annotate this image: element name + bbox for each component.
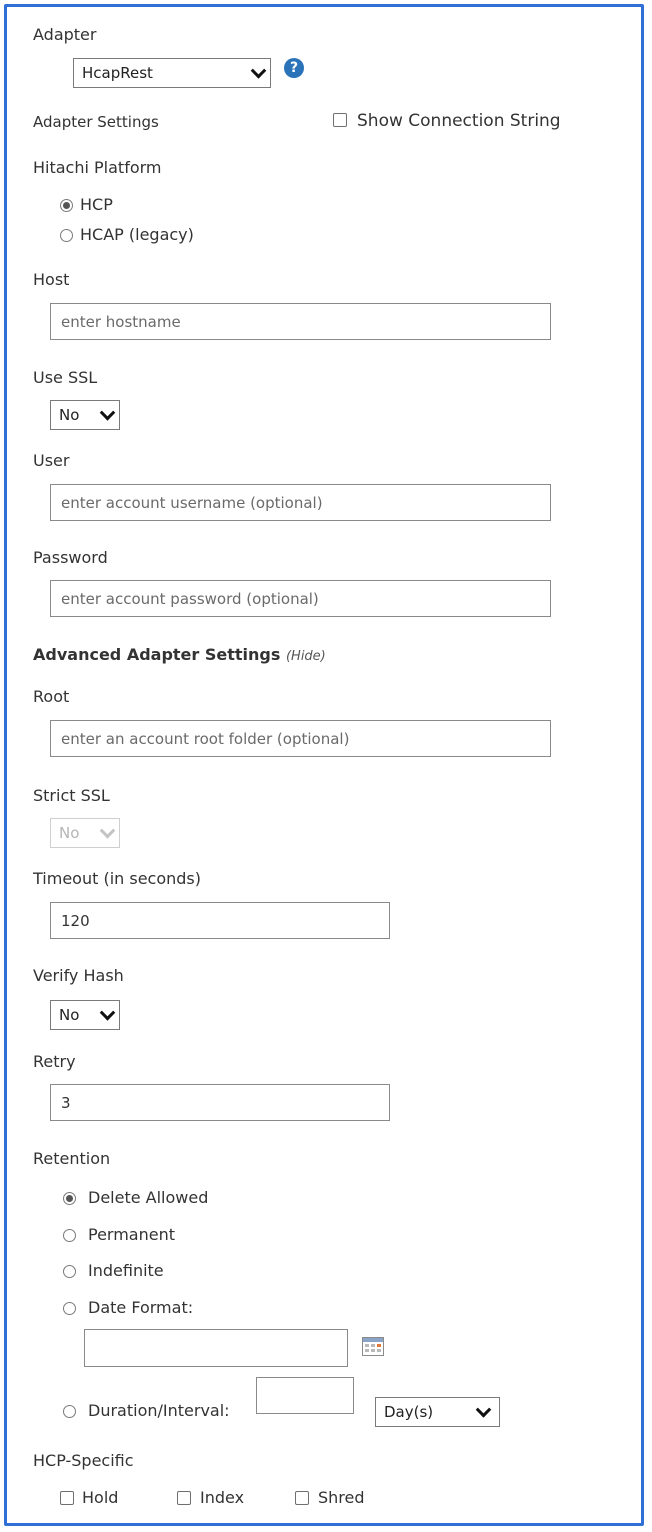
retention-duration-label[interactable]: Duration/Interval: [88,1401,230,1420]
calendar-icon[interactable] [362,1337,384,1356]
chevron-down-icon [99,1005,116,1021]
chevron-down-icon [99,405,116,421]
root-input[interactable]: enter an account root folder (optional) [50,720,551,757]
retention-permanent-label[interactable]: Permanent [88,1225,175,1244]
host-label: Host [33,270,70,289]
password-input[interactable]: enter account password (optional) [50,580,551,617]
shred-label[interactable]: Shred [318,1488,365,1507]
platform-hcap-label[interactable]: HCAP (legacy) [80,225,194,244]
verify-hash-select[interactable]: No [50,1000,120,1030]
verify-hash-value: No [59,1006,80,1024]
password-label: Password [33,548,108,567]
retention-duration-input[interactable] [256,1377,354,1414]
chevron-down-icon [250,63,267,79]
retention-duration-radio[interactable] [63,1405,76,1418]
retention-indefinite-label[interactable]: Indefinite [88,1261,164,1280]
hitachi-platform-label: Hitachi Platform [33,158,162,177]
adapter-settings-label: Adapter Settings [33,113,159,131]
shred-checkbox[interactable] [295,1491,309,1505]
hcp-specific-label: HCP-Specific [33,1451,134,1470]
timeout-label: Timeout (in seconds) [33,869,201,888]
strict-ssl-select: No [50,818,120,848]
retention-date-format-radio[interactable] [63,1302,76,1315]
adapter-select[interactable]: HcapRest [73,58,271,88]
platform-hcap-radio[interactable] [60,229,73,242]
retention-date-format-label[interactable]: Date Format: [88,1298,193,1317]
use-ssl-value: No [59,406,80,424]
hold-checkbox[interactable] [60,1491,74,1505]
help-icon[interactable]: ? [284,58,304,78]
platform-hcp-label[interactable]: HCP [80,195,113,214]
show-connection-string-checkbox[interactable] [333,113,347,127]
retry-input[interactable]: 3 [50,1084,390,1121]
duration-unit-value: Day(s) [384,1403,434,1421]
user-label: User [33,451,70,470]
retention-indefinite-radio[interactable] [63,1265,76,1278]
retention-delete-allowed-radio[interactable] [63,1192,76,1205]
use-ssl-select[interactable]: No [50,400,120,430]
user-input[interactable]: enter account username (optional) [50,484,551,521]
index-label[interactable]: Index [200,1488,244,1507]
retention-label: Retention [33,1149,111,1168]
retention-permanent-radio[interactable] [63,1229,76,1242]
index-checkbox[interactable] [177,1491,191,1505]
timeout-input[interactable]: 120 [50,902,390,939]
host-input[interactable]: enter hostname [50,303,551,340]
advanced-settings-heading: Advanced Adapter Settings (Hide) [33,645,326,664]
retention-duration-unit-select[interactable]: Day(s) [375,1397,500,1427]
retention-delete-allowed-label[interactable]: Delete Allowed [88,1188,208,1207]
platform-hcp-radio[interactable] [60,199,73,212]
chevron-down-icon [99,823,116,839]
retry-label: Retry [33,1052,76,1071]
adapter-label: Adapter [33,25,97,44]
root-label: Root [33,687,70,706]
adapter-select-value: HcapRest [82,64,153,82]
use-ssl-label: Use SSL [33,368,98,387]
advanced-settings-title: Advanced Adapter Settings [33,645,281,664]
hide-advanced-link[interactable]: (Hide) [286,649,326,664]
retention-date-input[interactable] [84,1329,348,1367]
verify-hash-label: Verify Hash [33,966,124,985]
strict-ssl-value: No [59,824,80,842]
help-glyph: ? [289,60,299,76]
strict-ssl-label: Strict SSL [33,786,110,805]
hold-label[interactable]: Hold [82,1488,118,1507]
chevron-down-icon [475,1402,492,1418]
show-connection-string-label[interactable]: Show Connection String [357,111,561,131]
